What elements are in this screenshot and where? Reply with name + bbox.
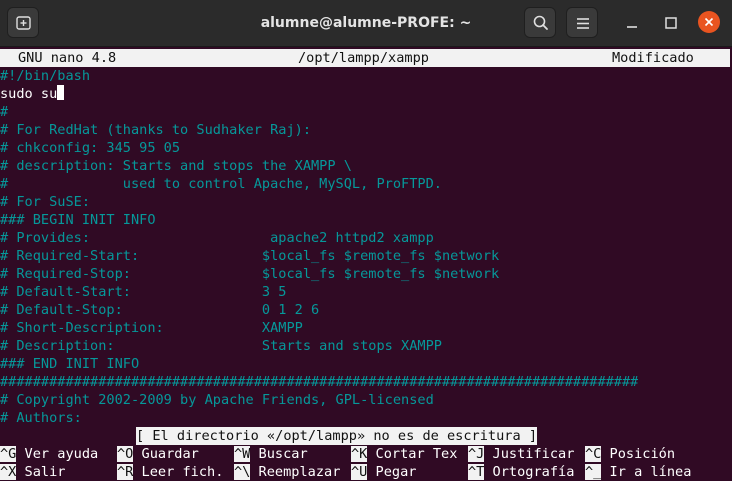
shortcut-key: ^T [468,464,485,480]
shortcut-key: ^U [351,464,368,480]
text-cursor [57,85,65,100]
shortcut-key: ^C [585,446,602,462]
editor-line-text: # Required-Start: $local_fs $remote_fs $… [0,248,500,264]
editor-line: # Default-Start: 3 5 [0,283,286,301]
shortcut-label: Ver ayuda [16,446,99,462]
editor-line-text: ########################################… [0,374,639,390]
shortcut-label: Ortografía [484,464,575,480]
shortcut-item: ^J Justificar [468,445,574,463]
shortcut-label: Buscar [250,446,308,462]
shortcut-label: Ir a línea [601,464,692,480]
editor-line-text: ### BEGIN INIT INFO [0,212,156,228]
editor-line: # description: Starts and stops the XAMP… [0,157,352,175]
editor-line-text: # Default-Start: 3 5 [0,284,287,300]
editor-line: # Copyright 2002-2009 by Apache Friends,… [0,391,434,409]
editor-line: ### END INIT INFO [0,355,139,373]
shortcut-label: Pegar [367,464,417,480]
shortcut-item: ^C Posición [585,445,675,463]
shortcut-label: Leer fich. [133,464,224,480]
editor-line-text: # Provides: apache2 httpd2 xampp [0,230,434,246]
maximize-icon [665,17,677,29]
editor-line: # Description: Starts and stops XAMPP [0,337,442,355]
shortcut-item: ^U Pegar [351,463,416,481]
editor-line-text: # Copyright 2002-2009 by Apache Friends,… [0,392,434,408]
shortcut-label: Justificar [484,446,575,462]
editor-line: # For SuSE: [0,193,90,211]
editor-line: # For RedHat (thanks to Sudhaker Raj): [0,121,311,139]
editor-line: #!/bin/bash [0,67,90,85]
terminal-window: alumne@alumne-PROFE: ~ GNU nano 4.8 /opt… [0,0,732,481]
nano-header-bar: GNU nano 4.8 /opt/lampp/xampp Modificado [0,49,730,67]
editor-line: ########################################… [0,373,638,391]
maximize-button[interactable] [660,12,682,34]
editor-line: # used to control Apache, MySQL, ProFTPD… [0,175,442,193]
editor-line: sudo su [0,85,65,103]
shortcut-label: Posición [601,446,676,462]
search-icon [533,15,548,30]
shortcut-item: ^_ Ir a línea [585,463,691,481]
close-button[interactable] [698,11,720,33]
minimize-icon [627,26,637,28]
menu-button[interactable] [566,7,598,38]
hamburger-icon [577,18,589,29]
shortcut-key: ^J [468,446,485,462]
editor-line: # Authors: [0,409,82,427]
editor-line: # Required-Stop: $local_fs $remote_fs $n… [0,265,499,283]
editor-line: # Default-Stop: 0 1 2 6 [0,301,319,319]
editor-line-text: # description: Starts and stops the XAMP… [0,158,352,174]
editor-line-text: # chkconfig: 345 95 05 [0,140,181,156]
shortcut-label: Cortar Tex [367,446,458,462]
new-tab-button[interactable] [7,7,39,38]
shortcut-item: ^T Ortografía [468,463,574,481]
editor-line-text: # Authors: [0,410,82,426]
shortcut-key: ^K [351,446,368,462]
shortcut-key: ^\ [234,464,251,480]
minimize-button[interactable] [621,12,643,34]
editor-line-text: # For RedHat (thanks to Sudhaker Raj): [0,122,311,138]
editor-line-text: # Default-Stop: 0 1 2 6 [0,302,320,318]
editor-line: # [0,103,8,121]
shortcut-key: ^X [0,464,17,480]
title-bar: alumne@alumne-PROFE: ~ [0,0,732,47]
terminal-content[interactable]: GNU nano 4.8 /opt/lampp/xampp Modificado… [0,47,732,481]
editor-line-text: ### END INIT INFO [0,356,140,372]
shortcut-label: Reemplazar [250,464,341,480]
nano-version: GNU nano 4.8 [18,50,117,66]
search-button[interactable] [524,7,556,38]
shortcut-key: ^W [234,446,251,462]
file-path: /opt/lampp/xampp [298,50,429,66]
editor-line-text: #!/bin/bash [0,68,91,84]
shortcut-item: ^O Guardar [117,445,199,463]
editor-line: ### BEGIN INIT INFO [0,211,156,229]
editor-line-text: # Required-Stop: $local_fs $remote_fs $n… [0,266,500,282]
editor-line-text: # Description: Starts and stops XAMPP [0,338,442,354]
shortcut-key: ^_ [585,464,602,480]
status-message: [ El directorio «/opt/lampp» no es de es… [136,427,538,445]
shortcut-item: ^\ Reemplazar [234,463,340,481]
close-icon [704,17,714,27]
shortcut-item: ^W Buscar [234,445,308,463]
shortcut-item: ^G Ver ayuda [0,445,98,463]
shortcut-key: ^R [117,464,134,480]
shortcut-key: ^O [117,446,134,462]
shortcut-key: ^G [0,446,17,462]
editor-line: # chkconfig: 345 95 05 [0,139,180,157]
shortcut-item: ^K Cortar Tex [351,445,457,463]
editor-line: # Provides: apache2 httpd2 xampp [0,229,434,247]
editor-line-text: # used to control Apache, MySQL, ProFTPD… [0,176,442,192]
modified-indicator: Modificado [612,50,694,66]
editor-line: # Short-Description: XAMPP [0,319,303,337]
shortcut-label: Salir [16,464,66,480]
editor-line-text: # For SuSE: [0,194,91,210]
shortcut-label: Guardar [133,446,199,462]
new-tab-icon [16,16,31,30]
editor-line: # Required-Start: $local_fs $remote_fs $… [0,247,499,265]
shortcut-item: ^X Salir [0,463,65,481]
editor-line-text: # Short-Description: XAMPP [0,320,303,336]
editor-line-text: sudo su [0,86,58,102]
editor-line-text: # [0,104,9,120]
shortcut-item: ^R Leer fich. [117,463,223,481]
